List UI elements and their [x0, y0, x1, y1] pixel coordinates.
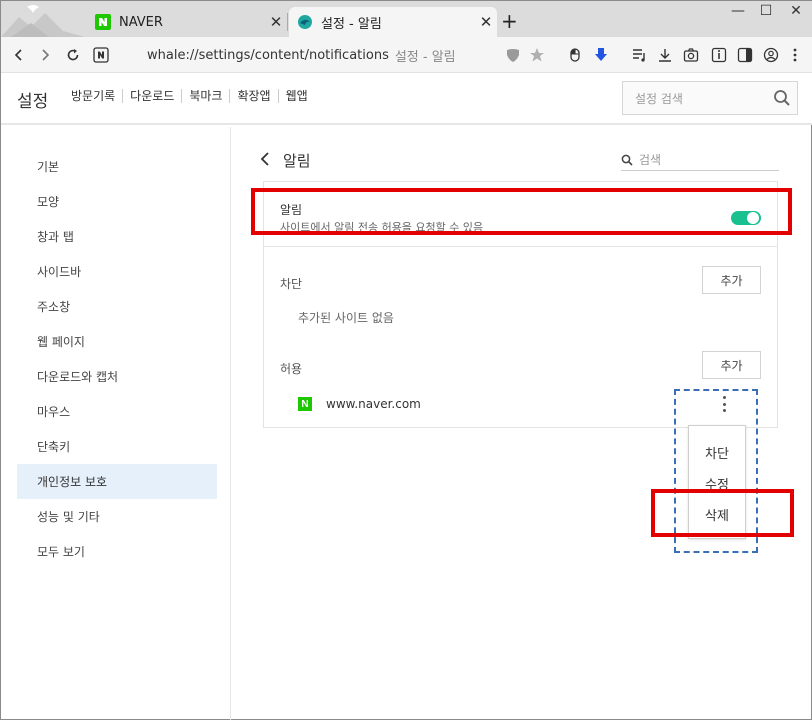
allow-section-label: 허용	[280, 362, 303, 376]
site-info-icon[interactable]	[101, 43, 123, 67]
address-bar[interactable]: whale://settings/content/notifications 설…	[147, 43, 507, 67]
reload-icon	[67, 49, 79, 61]
info-icon	[711, 47, 727, 63]
page-title: 알림	[283, 152, 311, 170]
star-icon	[530, 48, 544, 62]
sidebar-item-mouse[interactable]: 마우스	[17, 394, 217, 429]
forward-button[interactable]	[33, 43, 57, 67]
nav-history[interactable]: 방문기록	[71, 89, 124, 103]
browser-window: NAVER ✕ 설정 - 알림 ✕ + — ☐ ✕ whale://settin…	[0, 0, 812, 720]
back-button[interactable]	[7, 43, 31, 67]
block-empty-text: 추가된 사이트 없음	[298, 311, 394, 325]
profile-icon	[763, 47, 779, 63]
tab-strip: NAVER ✕ 설정 - 알림 ✕ + — ☐ ✕	[1, 1, 812, 37]
tab-title: 설정 - 알림	[321, 16, 382, 32]
naver-icon	[95, 14, 111, 30]
allow-add-button[interactable]: 추가	[702, 351, 761, 379]
profile-button[interactable]	[759, 43, 783, 67]
divider	[263, 246, 778, 247]
sidebar-item-performance[interactable]: 성능 및 기타	[17, 499, 217, 534]
list-icon	[633, 49, 645, 62]
main-header: 알림 검색	[259, 149, 779, 173]
block-add-button[interactable]: 추가	[702, 266, 761, 294]
annotation-highlight-delete	[651, 489, 794, 537]
whale-logo-icon	[1, 5, 85, 37]
close-icon[interactable]: ✕	[475, 13, 497, 31]
tab-settings[interactable]: 설정 - 알림 ✕	[289, 7, 497, 37]
shield-button[interactable]	[501, 43, 525, 67]
window-close-button[interactable]: ✕	[781, 3, 811, 23]
bookmark-star-button[interactable]	[525, 43, 549, 67]
tab-title: NAVER	[119, 14, 163, 30]
nav-extensions[interactable]: 확장앱	[230, 89, 279, 103]
page-search-input[interactable]: 검색	[621, 149, 779, 171]
nav-webapps[interactable]: 웹앱	[279, 89, 315, 103]
capture-button[interactable]	[679, 43, 703, 67]
sidebar-item-web-page[interactable]: 웹 페이지	[17, 324, 217, 359]
nav-bookmarks[interactable]: 북마크	[182, 89, 231, 103]
maximize-button[interactable]: ☐	[751, 3, 781, 23]
kebab-menu-icon	[793, 48, 797, 62]
download-arrow-icon	[595, 48, 607, 61]
mouse-gesture-button[interactable]	[563, 43, 587, 67]
block-section-label: 차단	[280, 277, 303, 291]
sidebar-item-appearance[interactable]: 모양	[17, 184, 217, 219]
tab-naver[interactable]: NAVER ✕	[87, 7, 287, 37]
settings-nav: 방문기록 다운로드 북마크 확장앱 웹앱	[71, 89, 315, 103]
sidebar-item-sidebar[interactable]: 사이드바	[17, 254, 217, 289]
info-button[interactable]	[707, 43, 731, 67]
annotation-highlight-notifications	[251, 188, 792, 235]
search-icon[interactable]	[767, 89, 797, 107]
sidebar-item-view-all[interactable]: 모두 보기	[17, 534, 217, 569]
downloads-button[interactable]	[653, 43, 677, 67]
settings-search-input[interactable]: 설정 검색	[622, 81, 798, 115]
download-blue-button[interactable]	[589, 43, 613, 67]
shield-icon	[507, 49, 519, 62]
minimize-button[interactable]: —	[723, 3, 753, 23]
address-page-title: 설정 - 알림	[394, 49, 456, 65]
reload-button[interactable]	[61, 43, 85, 67]
new-tab-button[interactable]: +	[501, 11, 518, 31]
settings-sidebar: 기본 모양 창과 탭 사이드바 주소창 웹 페이지 다운로드와 캡처 마우스 단…	[1, 127, 231, 720]
mouse-icon	[570, 48, 580, 62]
forward-icon	[42, 49, 50, 61]
sidebar-item-address-bar[interactable]: 주소창	[17, 289, 217, 324]
tab-divider	[287, 13, 288, 31]
download-icon	[659, 49, 671, 62]
back-icon	[14, 49, 22, 61]
sidebar-icon	[737, 47, 753, 63]
naver-icon: N	[298, 397, 312, 411]
reading-list-button[interactable]	[627, 43, 651, 67]
settings-title: 설정	[17, 92, 49, 112]
sidebar-item-windows-tabs[interactable]: 창과 탭	[17, 219, 217, 254]
sidebar-toggle-button[interactable]	[733, 43, 757, 67]
address-url: whale://settings/content/notifications	[147, 47, 389, 63]
toolbar: whale://settings/content/notifications 설…	[1, 37, 812, 73]
sidebar-item-basic[interactable]: 기본	[17, 149, 217, 184]
settings-search-placeholder: 설정 검색	[635, 91, 683, 106]
camera-icon	[683, 48, 699, 62]
sidebar-item-privacy[interactable]: 개인정보 보호	[17, 464, 217, 499]
back-arrow-icon[interactable]	[259, 152, 273, 166]
sidebar-item-shortcuts[interactable]: 단축키	[17, 429, 217, 464]
whale-icon	[297, 14, 313, 30]
close-icon[interactable]: ✕	[265, 13, 287, 31]
search-icon	[621, 154, 633, 166]
sidebar-item-download-capture[interactable]: 다운로드와 캡처	[17, 359, 217, 394]
allowed-site-url: www.naver.com	[326, 397, 421, 411]
settings-header: 설정 방문기록 다운로드 북마크 확장앱 웹앱 설정 검색	[1, 73, 812, 125]
page-search-placeholder: 검색	[639, 153, 662, 167]
nav-downloads[interactable]: 다운로드	[123, 89, 183, 103]
menu-button[interactable]	[783, 43, 807, 67]
